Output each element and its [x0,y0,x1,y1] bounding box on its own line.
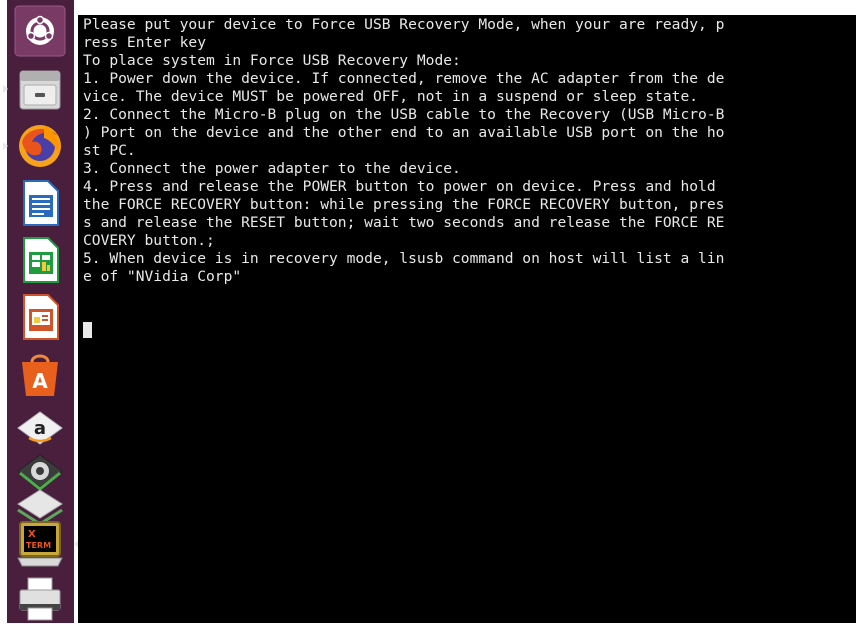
terminal-line: 1. Power down the device. If connected, … [83,70,725,87]
terminal-window[interactable]: Please put your device to Force USB Reco… [78,15,856,623]
files-icon[interactable] [3,63,66,115]
amazon-icon[interactable]: a [14,398,66,450]
xterm-label-term: TERM [26,541,51,550]
running-indicator [3,142,8,150]
terminal-line: 2. Connect the Micro-B plug on the USB c… [83,106,725,123]
svg-text:A: A [32,369,48,393]
terminal-line: ) Port on the device and the other end t… [83,124,725,141]
terminal-line: 4. Press and release the POWER button to… [83,178,725,195]
terminal-line: st PC. [83,142,136,159]
running-indicator [3,85,8,93]
terminal-line: Please put your device to Force USB Reco… [83,16,725,33]
launcher-dock: A a X TERM [3,0,79,624]
terminal-line: ress Enter key [83,34,207,51]
xterm-label-x: X [28,529,36,540]
terminal-line: 3. Connect the power adapter to the devi… [83,160,461,177]
firefox-icon[interactable] [3,120,66,172]
terminal-line: COVERY button.; [83,232,215,249]
terminal-line: e of "NVidia Corp" [83,268,242,285]
terminal-line: 5. When device is in recovery mode, lsus… [83,250,725,267]
terminal-line: the FORCE RECOVERY button: while pressin… [83,196,725,213]
printer-icon[interactable] [14,572,66,624]
writer-icon[interactable] [14,177,66,229]
calc-icon[interactable] [14,234,66,286]
terminal-output: Please put your device to Force USB Reco… [83,16,724,286]
impress-icon[interactable] [14,291,66,343]
terminal-line: vice. The device MUST be powered OFF, no… [83,88,699,105]
terminal-line: To place system in Force USB Recovery Mo… [83,52,461,69]
svg-text:a: a [34,418,46,439]
terminal-line: s and release the RESET button; wait two… [83,214,725,231]
ubuntu-logo-icon[interactable] [14,5,66,57]
text-cursor [83,322,92,338]
xterm-icon[interactable]: X TERM [14,518,79,570]
software-icon[interactable]: A [14,348,66,400]
